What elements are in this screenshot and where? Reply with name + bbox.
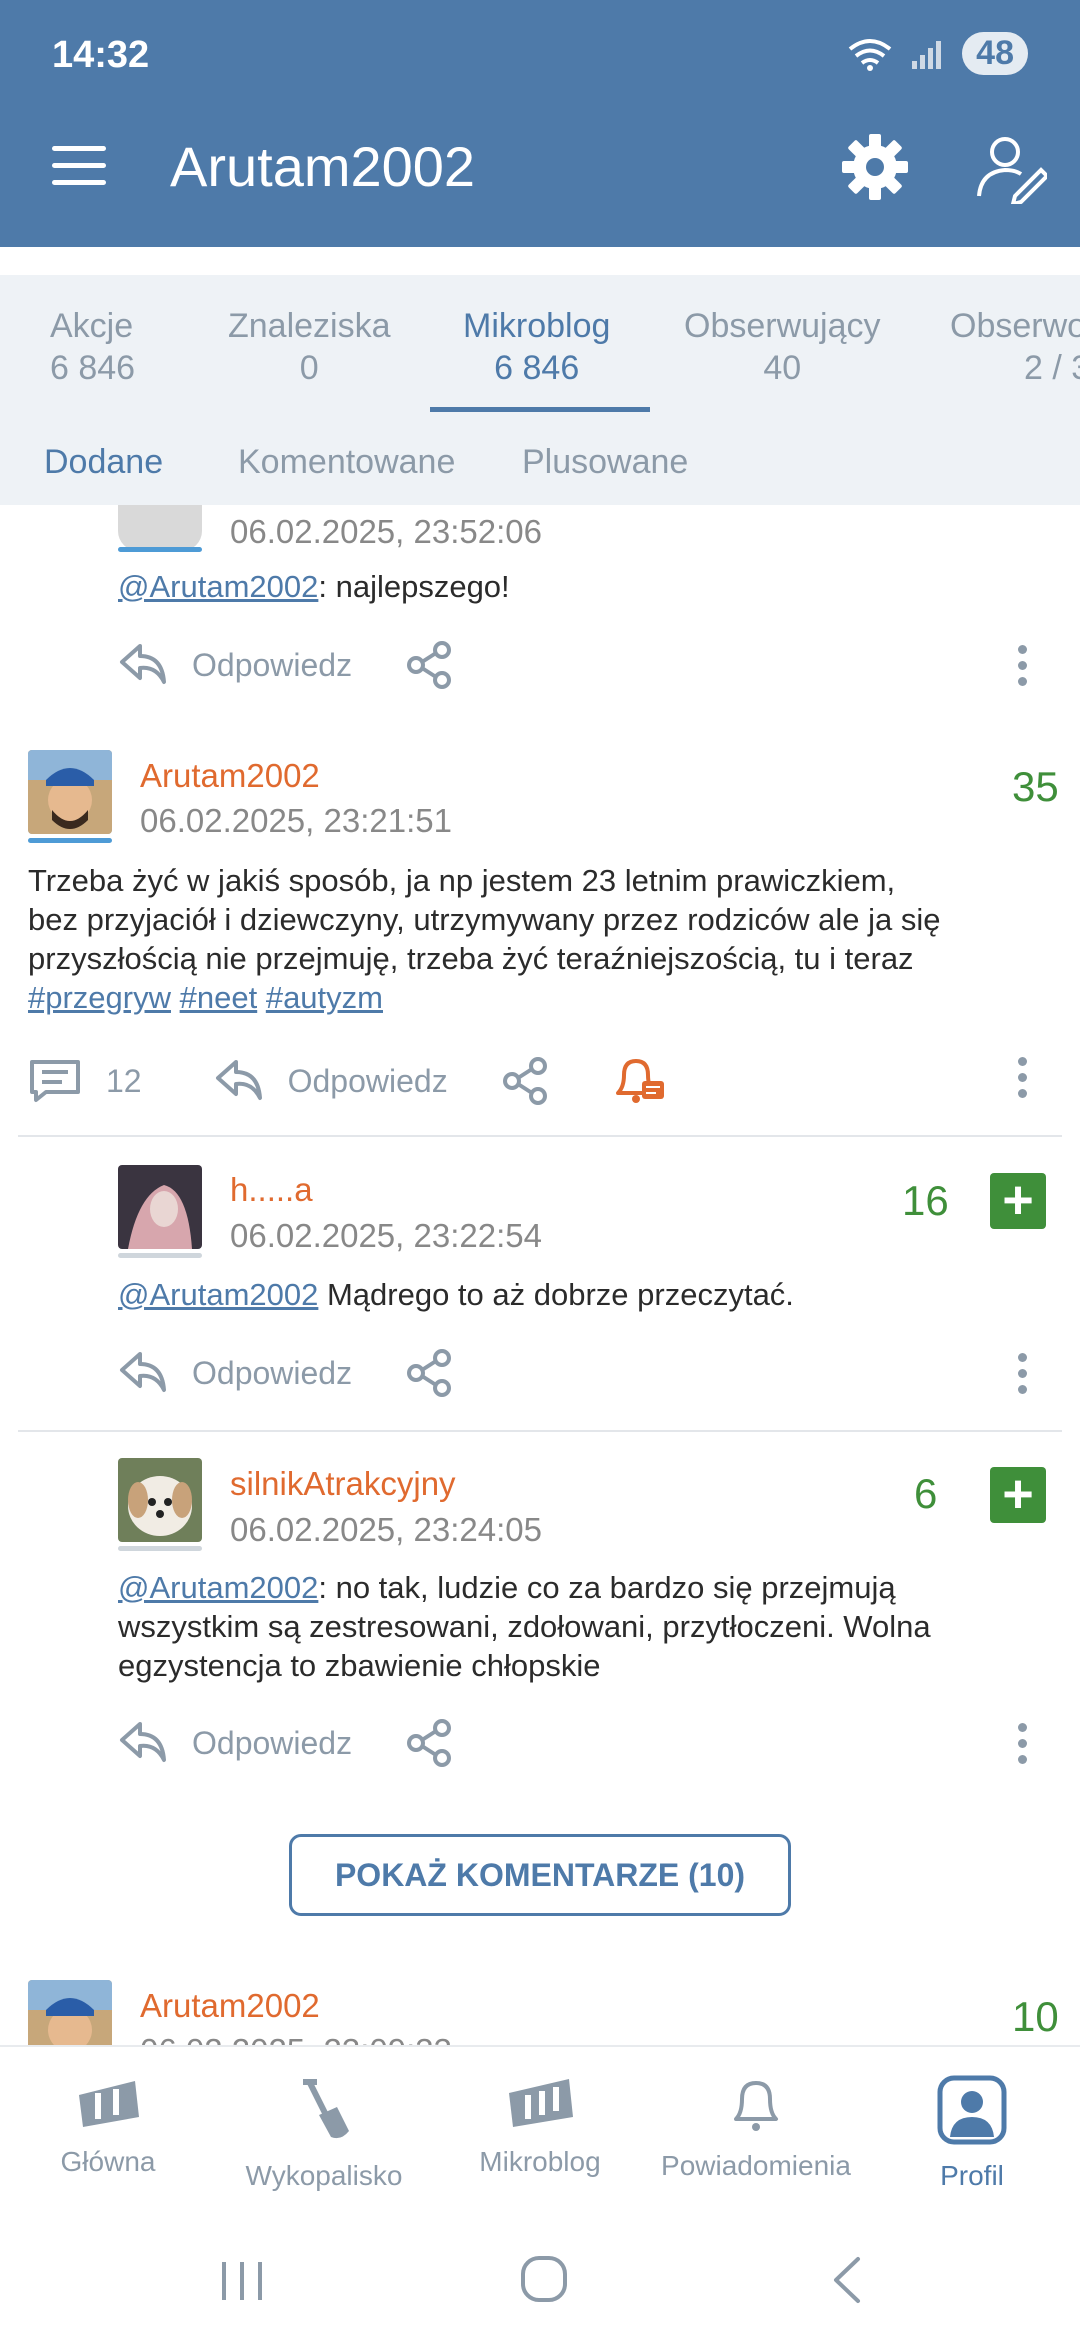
feed: 06.02.2025, 23:52:06 @Arutam2002: najlep…: [0, 505, 1080, 2045]
profile-tabs: Akcje 6 846 Znaleziska 0 Mikroblog 6 846…: [0, 275, 1080, 505]
notification-bell-icon[interactable]: [610, 1055, 666, 1107]
comment-actions: Odpowiedz: [118, 640, 454, 690]
comment-body: @Arutam2002: no tak, ludzie co za bardzo…: [118, 1570, 931, 1683]
wifi-icon: [848, 38, 892, 71]
reply-icon[interactable]: [118, 1350, 168, 1396]
nav-wykopalisko[interactable]: Wykopalisko: [224, 2075, 424, 2192]
more-options-icon[interactable]: [1018, 1353, 1028, 1403]
profile-icon: [937, 2075, 1007, 2145]
home-icon[interactable]: [520, 2255, 568, 2303]
status-time: 14:32: [52, 34, 150, 76]
reply-icon[interactable]: [118, 642, 168, 688]
mention-link[interactable]: @Arutam2002: [118, 1570, 318, 1605]
comment-timestamp: 06.02.2025, 23:52:06: [230, 513, 542, 550]
post-score: 35: [1012, 763, 1059, 810]
avatar[interactable]: [118, 1458, 202, 1542]
comment-actions: Odpowiedz: [118, 1348, 454, 1398]
avatar-underline: [118, 547, 202, 552]
post-timestamp: 06.02.2025, 23:09:33: [140, 2032, 452, 2045]
reply-button[interactable]: Odpowiedz: [192, 1355, 352, 1392]
avatar[interactable]: [28, 750, 112, 834]
avatar-underline: [28, 838, 112, 843]
comment-actions: Odpowiedz: [118, 1718, 454, 1768]
reply-icon[interactable]: [118, 1720, 168, 1766]
mention-link[interactable]: @Arutam2002: [118, 569, 318, 604]
comment-username[interactable]: silnikAtrakcyjny: [230, 1465, 456, 1503]
comments-count[interactable]: 12: [106, 1063, 142, 1100]
mikroblog-icon: [509, 2079, 573, 2127]
tab-akcje[interactable]: Akcje 6 846: [50, 305, 135, 389]
bottom-navigation: Główna Wykopalisko Mikroblog Powiadomien…: [0, 2045, 1080, 2215]
post-body: Trzeba żyć w jakiś sposób, ja np jestem …: [28, 863, 941, 1015]
comment-username[interactable]: h.....a: [230, 1171, 313, 1209]
reply-button[interactable]: Odpowiedz: [288, 1063, 448, 1100]
signal-icon: [912, 40, 942, 69]
comment-body: @Arutam2002: najlepszego!: [118, 569, 510, 604]
nav-glowna[interactable]: Główna: [8, 2075, 208, 2178]
more-options-icon[interactable]: [1018, 1723, 1028, 1773]
comment-timestamp: 06.02.2025, 23:22:54: [230, 1217, 542, 1254]
nav-profil[interactable]: Profil: [872, 2075, 1072, 2192]
battery-indicator: 48: [962, 32, 1028, 75]
share-icon[interactable]: [500, 1056, 550, 1106]
subtab-komentowane[interactable]: Komentowane: [238, 443, 455, 482]
wykop-home-icon: [79, 2081, 139, 2127]
avatar-underline: [118, 1546, 202, 1551]
post-timestamp: 06.02.2025, 23:21:51: [140, 802, 452, 839]
page-title: Arutam2002: [170, 135, 476, 198]
upvote-button[interactable]: +: [990, 1467, 1046, 1523]
shovel-icon: [303, 2079, 349, 2139]
post-score: 10: [1012, 1993, 1059, 2040]
subtab-dodane[interactable]: Dodane: [44, 443, 163, 482]
comment-body: @Arutam2002 Mądrego to aż dobrze przeczy…: [118, 1277, 794, 1312]
gear-icon[interactable]: [840, 132, 910, 202]
avatar[interactable]: [118, 505, 202, 551]
comment-timestamp: 06.02.2025, 23:24:05: [230, 1511, 542, 1548]
tab-obserwowani[interactable]: Obserwo 2 / 3: [950, 305, 1080, 389]
tab-mikroblog[interactable]: Mikroblog 6 846: [463, 305, 610, 389]
reply-button[interactable]: Odpowiedz: [192, 1725, 352, 1762]
nav-powiadomienia[interactable]: Powiadomienia: [656, 2075, 856, 2182]
back-icon[interactable]: [828, 2255, 868, 2305]
post-actions: 12 Odpowiedz: [28, 1055, 666, 1107]
nav-mikroblog[interactable]: Mikroblog: [440, 2075, 640, 2178]
share-icon[interactable]: [404, 1718, 454, 1768]
active-tab-indicator: [430, 407, 650, 412]
upvote-button[interactable]: +: [990, 1173, 1046, 1229]
recent-apps-icon[interactable]: [218, 2260, 268, 2302]
mention-link[interactable]: @Arutam2002: [118, 1277, 318, 1312]
tab-znaleziska[interactable]: Znaleziska 0: [228, 305, 391, 389]
reply-icon[interactable]: [214, 1058, 264, 1104]
hashtag-link[interactable]: #przegryw: [28, 980, 171, 1015]
avatar[interactable]: [28, 1980, 112, 2045]
hashtag-link[interactable]: #autyzm: [266, 980, 383, 1015]
app-bar: 14:32 48 Arutam2002: [0, 0, 1080, 247]
post-username[interactable]: Arutam2002: [140, 1987, 320, 2025]
comment-score: 6: [914, 1470, 938, 1517]
post-username[interactable]: Arutam2002: [140, 757, 320, 795]
more-options-icon[interactable]: [1018, 645, 1028, 695]
tab-obserwujacy[interactable]: Obserwujący 40: [684, 305, 881, 389]
avatar-underline: [118, 1253, 202, 1258]
divider: [18, 1135, 1062, 1137]
system-navigation-bar: [0, 2215, 1080, 2340]
bell-icon: [734, 2081, 778, 2131]
hashtag-link[interactable]: #neet: [180, 980, 258, 1015]
comment-score: 16: [902, 1177, 949, 1224]
edit-profile-icon[interactable]: [975, 132, 1047, 204]
share-icon[interactable]: [404, 640, 454, 690]
share-icon[interactable]: [404, 1348, 454, 1398]
reply-button[interactable]: Odpowiedz: [192, 647, 352, 684]
status-icons: 48: [848, 32, 1028, 75]
subtab-plusowane[interactable]: Plusowane: [522, 443, 688, 482]
menu-icon[interactable]: [52, 146, 106, 186]
avatar[interactable]: [118, 1165, 202, 1249]
divider: [18, 1430, 1062, 1432]
show-comments-button[interactable]: POKAŻ KOMENTARZE (10): [289, 1834, 791, 1916]
comments-icon[interactable]: [28, 1058, 82, 1104]
more-options-icon[interactable]: [1018, 1057, 1028, 1107]
